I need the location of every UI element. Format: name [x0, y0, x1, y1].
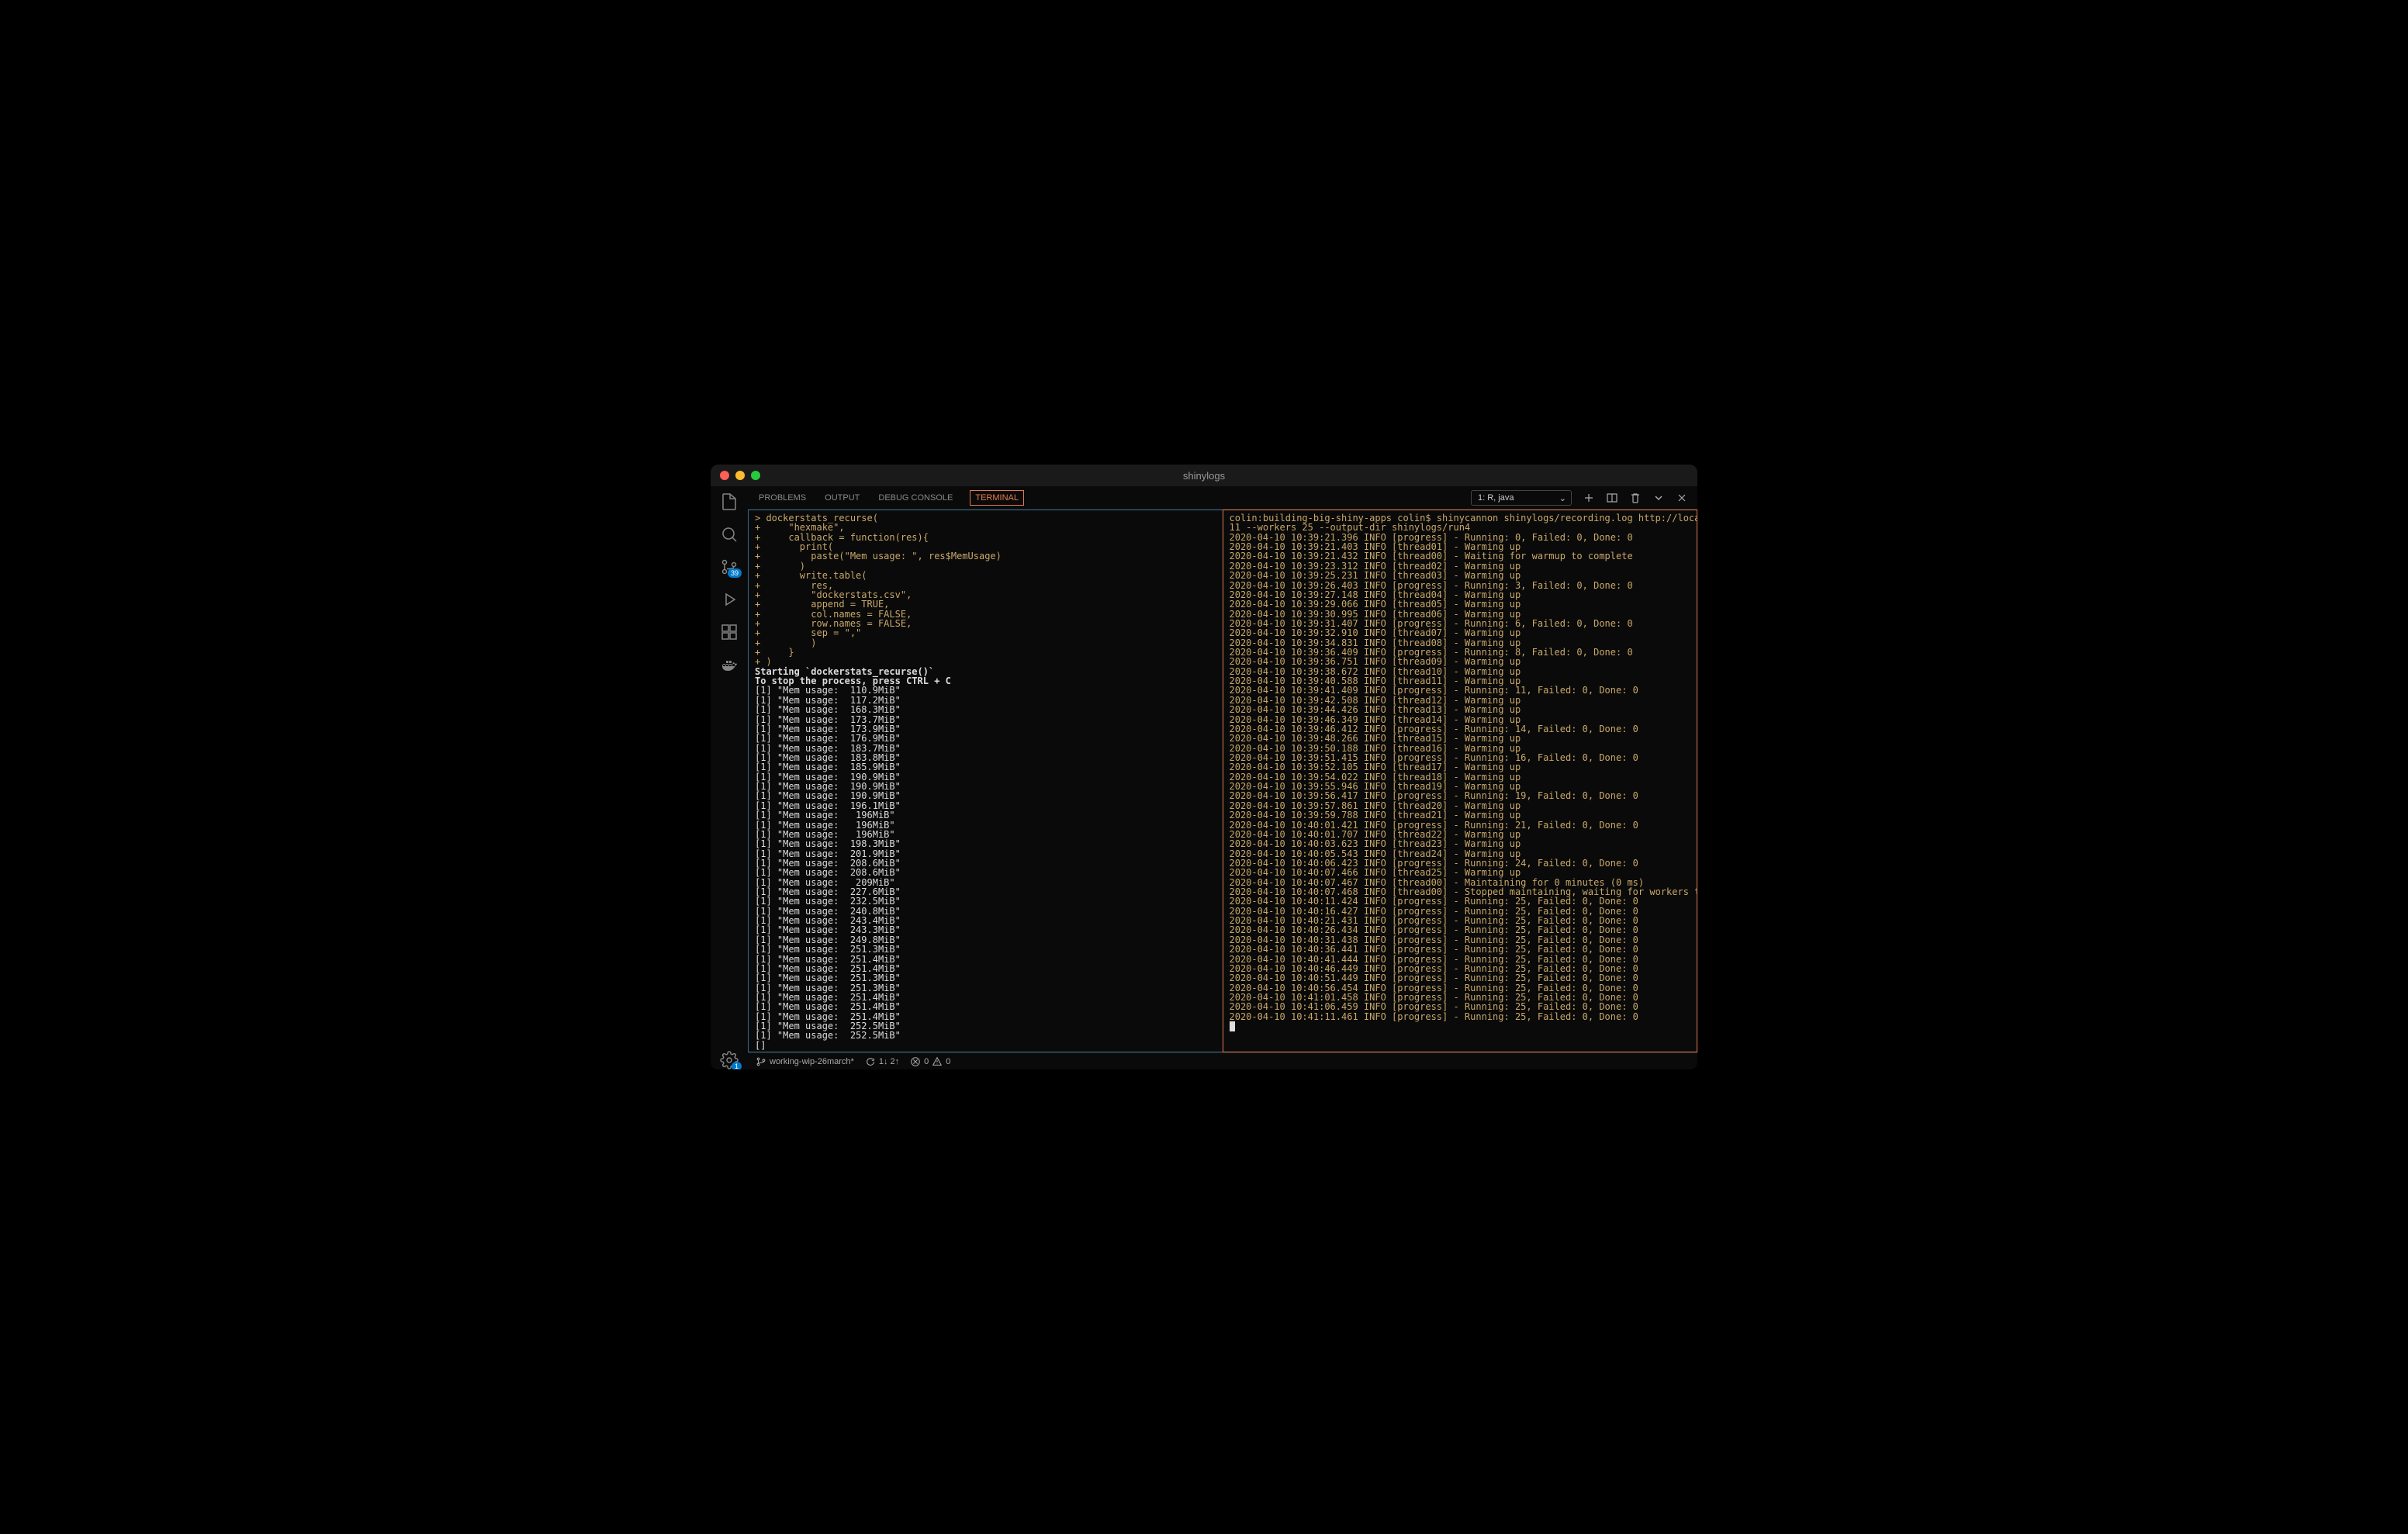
source-control-icon[interactable]: 39 — [720, 558, 739, 576]
branch-name: working-wip-26march* — [770, 1057, 854, 1066]
tab-debug-console[interactable]: DEBUG CONSOLE — [877, 490, 954, 506]
git-branch[interactable]: working-wip-26march* — [756, 1056, 854, 1067]
vscode-window: shinylogs 39 1 PROBLEMS OUTPUT DEBUG CON… — [711, 465, 1697, 1069]
warning-count: 0 — [946, 1057, 950, 1066]
minimize-window-button[interactable] — [735, 471, 745, 480]
maximize-window-button[interactable] — [751, 471, 760, 480]
terminal-selector-label: 1: R, java — [1478, 493, 1514, 503]
close-panel-icon[interactable] — [1676, 492, 1688, 504]
docker-icon[interactable] — [720, 655, 739, 674]
close-window-button[interactable] — [720, 471, 729, 480]
branch-icon — [756, 1056, 766, 1067]
sync-icon — [865, 1056, 876, 1067]
tab-terminal[interactable]: TERMINAL — [970, 490, 1024, 506]
traffic-lights — [720, 471, 760, 480]
chevron-down-icon[interactable] — [1652, 492, 1665, 504]
split-terminal-icon[interactable] — [1606, 492, 1618, 504]
status-bar: working-wip-26march* 1↓ 2↑ 0 0 — [748, 1052, 1697, 1069]
activity-bar: 39 1 — [711, 486, 748, 1069]
chevron-down-icon: ⌄ — [1559, 493, 1566, 503]
settings-badge: 1 — [732, 1062, 742, 1069]
tab-output[interactable]: OUTPUT — [823, 490, 861, 506]
debug-icon[interactable] — [720, 590, 739, 609]
errors-warnings[interactable]: 0 0 — [910, 1056, 950, 1067]
sync-status[interactable]: 1↓ 2↑ — [865, 1056, 899, 1067]
settings-gear-icon[interactable]: 1 — [720, 1051, 739, 1069]
error-count: 0 — [924, 1057, 929, 1066]
titlebar: shinylogs — [711, 465, 1697, 486]
scm-badge: 39 — [728, 568, 742, 578]
panel-tabs: PROBLEMS OUTPUT DEBUG CONSOLE TERMINAL 1… — [748, 486, 1697, 510]
error-icon — [910, 1056, 921, 1067]
explorer-icon[interactable] — [720, 492, 739, 511]
tab-problems[interactable]: PROBLEMS — [757, 490, 808, 506]
terminal-right[interactable]: colin:building-big-shiny-apps colin$ shi… — [1223, 510, 1698, 1052]
warning-icon — [932, 1056, 943, 1067]
search-icon[interactable] — [720, 525, 739, 544]
sync-text: 1↓ 2↑ — [879, 1057, 899, 1066]
extensions-icon[interactable] — [720, 623, 739, 641]
trash-icon[interactable] — [1629, 492, 1642, 504]
terminal-selector[interactable]: 1: R, java ⌄ — [1471, 490, 1572, 506]
terminal-left[interactable]: > dockerstats_recurse(+ "hexmake",+ call… — [748, 510, 1223, 1052]
window-title: shinylogs — [711, 470, 1697, 482]
new-terminal-icon[interactable] — [1583, 492, 1595, 504]
